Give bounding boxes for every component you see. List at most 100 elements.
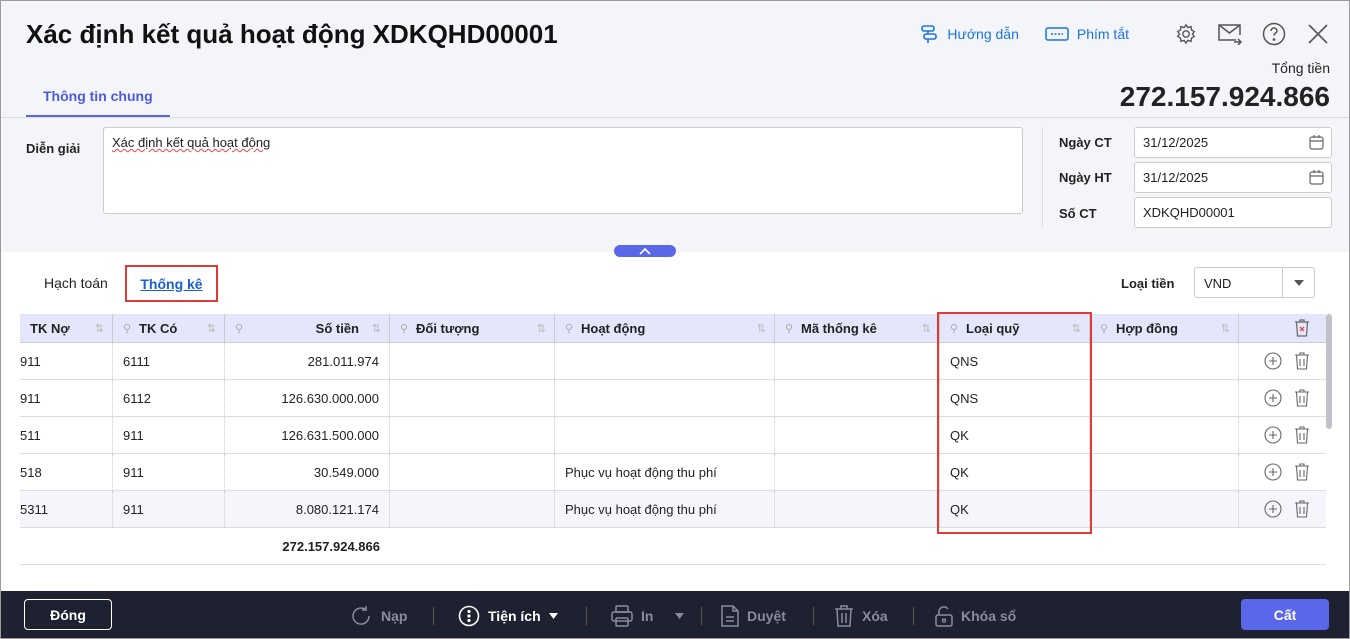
table-row[interactable]: 511 911 126.631.500.000 QK xyxy=(20,417,1326,454)
mail-forward-icon[interactable] xyxy=(1217,21,1243,47)
table-cell[interactable]: QK xyxy=(940,491,1090,527)
currency-select[interactable]: VND xyxy=(1194,267,1315,298)
delete-row-icon[interactable] xyxy=(1294,352,1310,370)
table-row[interactable]: 5311 911 8.080.121.174 Phục vụ hoạt động th… xyxy=(20,491,1326,528)
close-button[interactable]: Đóng xyxy=(24,599,112,630)
sort-icon[interactable]: ⇅ xyxy=(1072,322,1081,335)
table-cell[interactable]: 126.631.500.000 xyxy=(225,417,390,453)
tab-hach-toan[interactable]: Hạch toán xyxy=(44,275,108,291)
table-cell[interactable] xyxy=(1090,454,1239,490)
table-cell[interactable]: QK xyxy=(940,454,1090,490)
table-cell[interactable]: 6111 xyxy=(113,343,225,379)
table-cell[interactable]: QK xyxy=(940,417,1090,453)
table-cell[interactable]: 5311 xyxy=(20,491,113,527)
table-cell[interactable]: QNS xyxy=(940,380,1090,416)
table-cell[interactable]: 8.080.121.174 xyxy=(225,491,390,527)
utilities-button[interactable]: Tiện ích xyxy=(458,591,558,638)
table-cell[interactable] xyxy=(775,491,940,527)
save-button[interactable]: Cất xyxy=(1241,599,1329,630)
tab-thong-ke[interactable]: Thống kê xyxy=(125,265,218,302)
column-header[interactable]: ⚲ Số tiền ⇅ xyxy=(225,314,390,342)
help-icon[interactable] xyxy=(1261,21,1287,47)
shortcuts-link[interactable]: Phím tắt xyxy=(1045,26,1129,42)
column-header[interactable]: TK Nợ ⇅ xyxy=(20,314,113,342)
delete-all-icon[interactable] xyxy=(1294,319,1310,337)
add-row-icon[interactable] xyxy=(1264,389,1282,407)
table-cell[interactable]: Phục vụ hoạt động thu phí xyxy=(555,454,775,490)
table-cell[interactable]: 281.011.974 xyxy=(225,343,390,379)
table-cell[interactable] xyxy=(390,343,555,379)
calendar-icon[interactable] xyxy=(1309,170,1324,185)
approve-button[interactable]: Duyệt xyxy=(721,591,786,638)
sort-icon[interactable]: ⇅ xyxy=(537,322,546,335)
column-header[interactable]: ⚲ Đối tượng ⇅ xyxy=(390,314,555,342)
reload-button[interactable]: Nạp xyxy=(349,591,407,638)
table-cell[interactable] xyxy=(1090,380,1239,416)
column-header[interactable]: ⚲ Hoạt động ⇅ xyxy=(555,314,775,342)
table-cell[interactable] xyxy=(555,343,775,379)
sort-icon[interactable]: ⇅ xyxy=(757,322,766,335)
column-header[interactable]: ⚲ Hợp đồng ⇅ xyxy=(1090,314,1239,342)
column-header[interactable]: ⚲ Mã thống kê ⇅ xyxy=(775,314,940,342)
desc-textarea[interactable]: Xác định kết quả hoạt động xyxy=(103,127,1023,214)
sort-icon[interactable]: ⇅ xyxy=(95,322,104,335)
add-row-icon[interactable] xyxy=(1264,352,1282,370)
table-cell[interactable] xyxy=(390,417,555,453)
table-cell[interactable]: 911 xyxy=(113,491,225,527)
delete-button[interactable]: Xóa xyxy=(834,591,888,638)
table-cell[interactable]: Phục vụ hoạt động thu phí xyxy=(555,491,775,527)
guide-link[interactable]: Hướng dẫn xyxy=(919,24,1019,44)
ngay-ct-field[interactable]: 31/12/2025 xyxy=(1134,127,1332,158)
pin-icon[interactable]: ⚲ xyxy=(400,322,408,335)
close-icon[interactable] xyxy=(1305,21,1331,47)
table-cell[interactable] xyxy=(555,417,775,453)
table-cell[interactable] xyxy=(555,380,775,416)
delete-row-icon[interactable] xyxy=(1294,389,1310,407)
table-cell[interactable]: QNS xyxy=(940,343,1090,379)
sort-icon[interactable]: ⇅ xyxy=(207,322,216,335)
ngay-ht-field[interactable]: 31/12/2025 xyxy=(1134,162,1332,193)
column-header[interactable]: ⚲ TK Có ⇅ xyxy=(113,314,225,342)
table-cell[interactable] xyxy=(775,454,940,490)
pin-icon[interactable]: ⚲ xyxy=(235,322,243,335)
add-row-icon[interactable] xyxy=(1264,500,1282,518)
delete-row-icon[interactable] xyxy=(1294,463,1310,481)
table-cell[interactable] xyxy=(1090,343,1239,379)
table-cell[interactable]: 911 xyxy=(20,343,113,379)
table-row[interactable]: 518 911 30.549.000 Phục vụ hoạt động thu ph… xyxy=(20,454,1326,491)
vertical-scrollbar[interactable] xyxy=(1326,314,1332,429)
pin-icon[interactable]: ⚲ xyxy=(1100,322,1108,335)
table-cell[interactable] xyxy=(1090,417,1239,453)
table-cell[interactable]: 126.630.000.000 xyxy=(225,380,390,416)
sort-icon[interactable]: ⇅ xyxy=(1221,322,1230,335)
table-cell[interactable]: 30.549.000 xyxy=(225,454,390,490)
table-row[interactable]: 911 6111 281.011.974 QNS xyxy=(20,343,1326,380)
table-cell[interactable]: 911 xyxy=(113,417,225,453)
add-row-icon[interactable] xyxy=(1264,463,1282,481)
pin-icon[interactable]: ⚲ xyxy=(785,322,793,335)
table-cell[interactable] xyxy=(1090,491,1239,527)
delete-row-icon[interactable] xyxy=(1294,426,1310,444)
table-cell[interactable]: 511 xyxy=(20,417,113,453)
table-cell[interactable] xyxy=(775,380,940,416)
sort-icon[interactable]: ⇅ xyxy=(372,322,381,335)
pin-icon[interactable]: ⚲ xyxy=(123,322,131,335)
collapse-button[interactable] xyxy=(614,245,676,257)
table-cell[interactable] xyxy=(390,380,555,416)
print-button[interactable]: In xyxy=(611,591,685,638)
table-row[interactable]: 911 6112 126.630.000.000 QNS xyxy=(20,380,1326,417)
table-cell[interactable] xyxy=(775,417,940,453)
sort-icon[interactable]: ⇅ xyxy=(922,322,931,335)
pin-icon[interactable]: ⚲ xyxy=(950,322,958,335)
tab-general-info[interactable]: Thông tin chung xyxy=(26,79,170,117)
table-cell[interactable]: 518 xyxy=(20,454,113,490)
table-cell[interactable] xyxy=(775,343,940,379)
table-cell[interactable]: 911 xyxy=(20,380,113,416)
settings-icon[interactable] xyxy=(1173,21,1199,47)
table-cell[interactable] xyxy=(390,491,555,527)
pin-icon[interactable]: ⚲ xyxy=(565,322,573,335)
table-cell[interactable]: 911 xyxy=(113,454,225,490)
lock-button[interactable]: Khóa sổ xyxy=(935,591,1016,638)
dropdown-arrow-icon[interactable] xyxy=(1282,268,1314,297)
delete-row-icon[interactable] xyxy=(1294,500,1310,518)
